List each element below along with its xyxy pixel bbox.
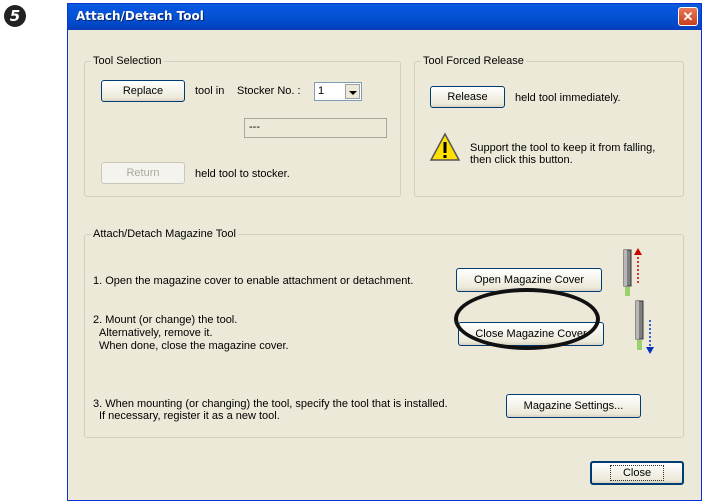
step-number-badge: 5	[4, 5, 26, 27]
warning-line-2: then click this button.	[470, 154, 573, 166]
stocker-label: Stocker No. :	[237, 85, 301, 97]
chevron-down-icon[interactable]	[345, 84, 360, 99]
open-cover-icon	[623, 248, 642, 296]
step2-line-2: Alternatively, remove it.	[99, 327, 213, 339]
attach-detach-dialog: Attach/Detach Tool ✕ Tool Selection Repl…	[67, 3, 702, 501]
magazine-tool-group: Attach/Detach Magazine Tool 1. Open the …	[84, 228, 684, 438]
held-tool-info-field: ---	[244, 118, 387, 138]
step2-line-3: When done, close the magazine cover.	[99, 340, 289, 352]
return-text: held tool to stocker.	[195, 168, 290, 180]
warning-line-1: Support the tool to keep it from falling…	[470, 142, 656, 154]
magazine-settings-button[interactable]: Magazine Settings...	[506, 394, 641, 418]
close-button-label: Close	[609, 465, 665, 481]
close-button[interactable]: Close	[590, 461, 684, 485]
tool-forced-release-group: Tool Forced Release Release held tool im…	[414, 55, 684, 197]
tool-selection-label: Tool Selection	[91, 55, 164, 67]
title-bar[interactable]: Attach/Detach Tool ✕	[68, 4, 701, 30]
release-text: held tool immediately.	[515, 92, 621, 104]
magazine-label: Attach/Detach Magazine Tool	[91, 228, 238, 240]
close-cover-icon	[635, 300, 654, 354]
return-button[interactable]: Return	[101, 162, 185, 184]
step3-line-1: 3. When mounting (or changing) the tool,…	[93, 398, 448, 410]
replace-button[interactable]: Replace	[101, 80, 185, 102]
release-button[interactable]: Release	[430, 86, 505, 108]
stocker-value: 1	[318, 85, 325, 97]
window-title: Attach/Detach Tool	[76, 9, 204, 23]
step2-line-1: 2. Mount (or change) the tool.	[93, 314, 238, 326]
tool-selection-group: Tool Selection Replace tool in Stocker N…	[84, 55, 401, 197]
step1-text: 1. Open the magazine cover to enable att…	[93, 275, 414, 287]
stocker-select[interactable]: 1	[314, 82, 362, 101]
tool-in-text: tool in	[195, 85, 225, 97]
step3-line-2: If necessary, register it as a new tool.	[99, 410, 280, 422]
close-window-icon[interactable]: ✕	[678, 7, 698, 26]
highlight-ellipse	[454, 288, 600, 350]
forced-release-label: Tool Forced Release	[421, 55, 526, 67]
warning-icon	[429, 132, 461, 161]
